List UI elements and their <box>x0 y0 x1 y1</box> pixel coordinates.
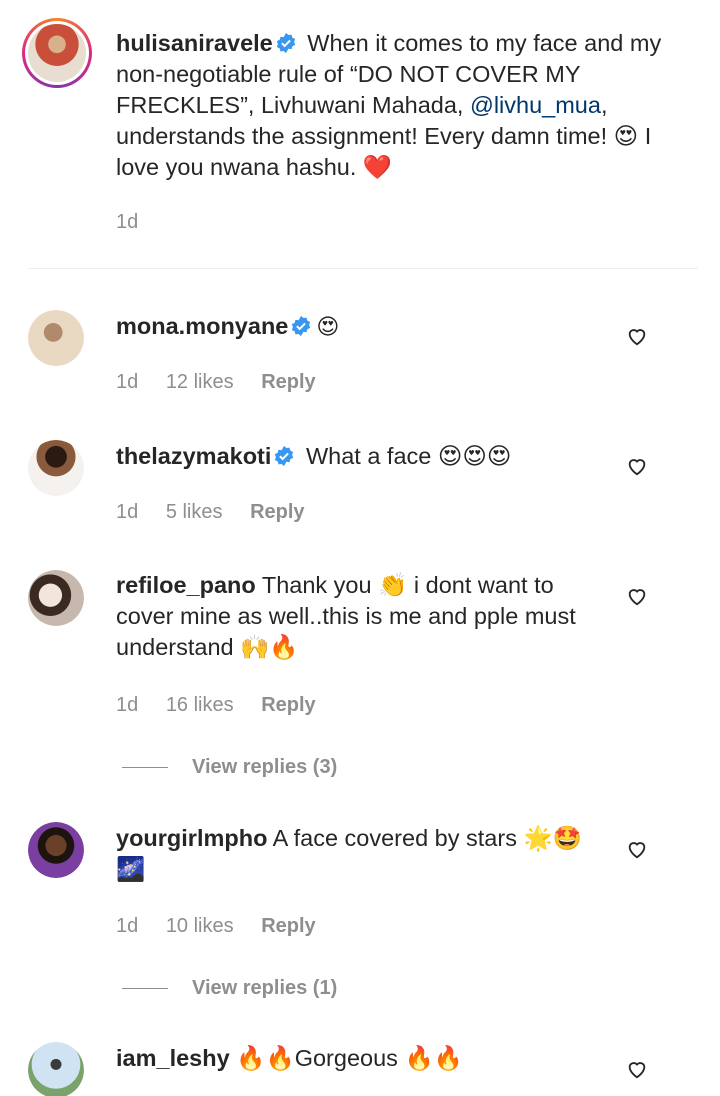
comment-username[interactable]: mona.monyane <box>116 313 288 339</box>
comment-body: 🔥🔥Gorgeous 🔥🔥 <box>229 1045 463 1071</box>
comment-time: 1d <box>116 694 139 716</box>
comment-avatar[interactable] <box>28 570 84 626</box>
comment-username[interactable]: thelazymakoti <box>116 443 271 469</box>
comment-meta: 1d 16 likes Reply <box>116 694 338 717</box>
comment-likes[interactable]: 10 likes <box>166 915 234 937</box>
caption-text: hulisaniravele When it comes to my face … <box>116 28 676 183</box>
comment-body: What a face 😍😍😍 <box>299 443 512 469</box>
caption-username[interactable]: hulisaniravele <box>116 30 273 56</box>
view-replies-label: View replies (1) <box>192 977 338 999</box>
caption-time: 1d <box>116 211 139 233</box>
comment-time: 1d <box>116 915 139 937</box>
comment-text: iam_leshy 🔥🔥Gorgeous 🔥🔥 <box>116 1043 606 1074</box>
comment-username[interactable]: iam_leshy <box>116 1045 230 1071</box>
comment-meta: 1d 10 likes Reply <box>116 915 338 938</box>
comment-avatar[interactable] <box>28 440 84 496</box>
comment-time: 1d <box>116 501 139 523</box>
comment-meta: 1d 12 likes Reply <box>116 371 338 394</box>
view-replies-label: View replies (3) <box>192 756 338 778</box>
comment-avatar[interactable] <box>28 822 84 878</box>
divider <box>28 268 698 269</box>
caption-meta: 1d <box>116 211 160 234</box>
replies-line <box>122 767 168 769</box>
caption-avatar[interactable] <box>22 18 92 88</box>
comment-body: 😍 <box>316 315 340 340</box>
verified-badge-icon <box>275 445 294 467</box>
verified-badge-icon <box>276 32 295 54</box>
comment-text: yourgirlmpho A face covered by stars 🌟🤩 … <box>116 823 606 885</box>
like-heart-icon[interactable] <box>626 325 648 347</box>
reply-button[interactable]: Reply <box>261 915 315 937</box>
like-heart-icon[interactable] <box>626 838 648 860</box>
comment-text: mona.monyane 😍 <box>116 311 606 343</box>
like-heart-icon[interactable] <box>626 1058 648 1080</box>
comment-username[interactable]: yourgirlmpho <box>116 825 267 851</box>
view-replies-button[interactable]: View replies (1) <box>122 977 337 1000</box>
avatar-image <box>28 440 84 496</box>
avatar-image <box>28 1042 84 1096</box>
comment-likes[interactable]: 5 likes <box>166 501 223 523</box>
reply-button[interactable]: Reply <box>261 371 315 393</box>
avatar-image <box>28 822 84 878</box>
comment-username[interactable]: refiloe_pano <box>116 572 256 598</box>
reply-button[interactable]: Reply <box>261 694 315 716</box>
comment-likes[interactable]: 16 likes <box>166 694 234 716</box>
like-heart-icon[interactable] <box>626 455 648 477</box>
mention-link[interactable]: @livhu_mua <box>470 92 601 118</box>
verified-badge-icon <box>292 315 311 337</box>
like-heart-icon[interactable] <box>626 585 648 607</box>
comment-text: thelazymakoti What a face 😍😍😍 <box>116 441 606 472</box>
avatar-image <box>28 24 86 82</box>
avatar-image <box>28 570 84 626</box>
avatar-image <box>28 310 84 366</box>
reply-button[interactable]: Reply <box>250 501 304 523</box>
comment-time: 1d <box>116 371 139 393</box>
comment-avatar[interactable] <box>28 310 84 366</box>
comment-likes[interactable]: 12 likes <box>166 371 234 393</box>
comments-screen: hulisaniravele When it comes to my face … <box>0 0 720 1096</box>
comment-text: refiloe_pano Thank you 👏 i dont want to … <box>116 570 606 663</box>
comment-avatar[interactable] <box>28 1042 84 1096</box>
view-replies-button[interactable]: View replies (3) <box>122 756 337 779</box>
replies-line <box>122 988 168 990</box>
comment-meta: 1d 5 likes Reply <box>116 501 327 524</box>
